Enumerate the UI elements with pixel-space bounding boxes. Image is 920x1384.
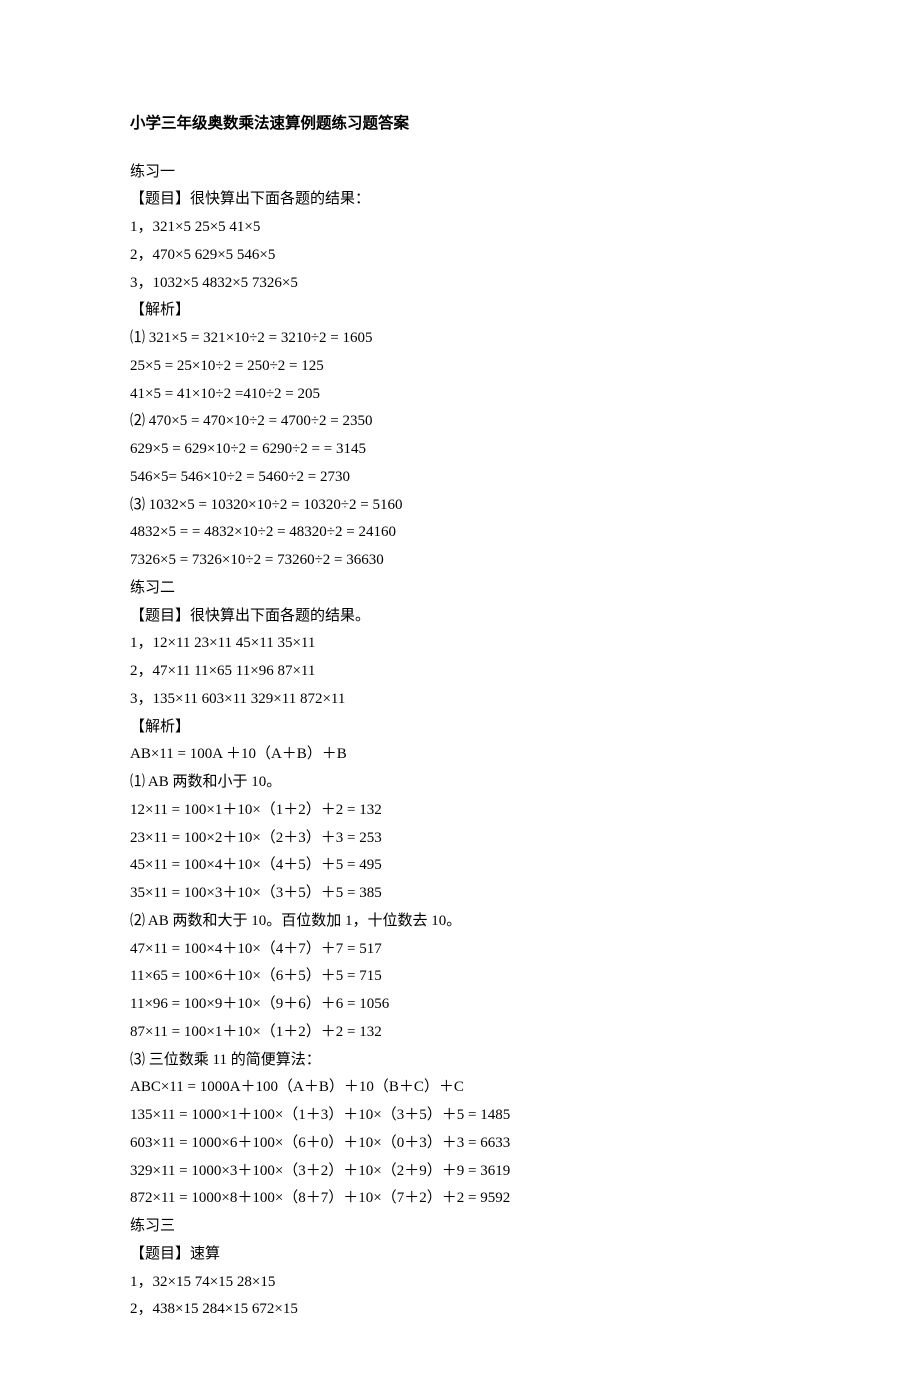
text-line: ⑵ AB 两数和大于 10。百位数加 1，十位数去 10。 [130, 908, 790, 936]
text-line: ABC×11 = 1000A＋100（A＋B）＋10（B＋C）＋C [130, 1074, 790, 1102]
text-line: 3，135×11 603×11 329×11 872×11 [130, 686, 790, 714]
text-line: 603×11 = 1000×6＋100×（6＋0）＋10×（0＋3）＋3 = 6… [130, 1130, 790, 1158]
text-line: 3，1032×5 4832×5 7326×5 [130, 270, 790, 298]
text-line: 546×5= 546×10÷2 = 5460÷2 = 2730 [130, 464, 790, 492]
document-title: 小学三年级奥数乘法速算例题练习题答案 [130, 110, 790, 139]
text-line: 1，12×11 23×11 45×11 35×11 [130, 630, 790, 658]
text-line: 23×11 = 100×2＋10×（2＋3）＋3 = 253 [130, 825, 790, 853]
text-line: 【题目】速算 [130, 1241, 790, 1269]
text-line: 25×5 = 25×10÷2 = 250÷2 = 125 [130, 353, 790, 381]
text-line: 4832×5 = = 4832×10÷2 = 48320÷2 = 24160 [130, 519, 790, 547]
text-line: 【解析】 [130, 297, 790, 325]
text-line: 47×11 = 100×4＋10×（4＋7）＋7 = 517 [130, 936, 790, 964]
text-line: 7326×5 = 7326×10÷2 = 73260÷2 = 36630 [130, 547, 790, 575]
text-line: 2，470×5 629×5 546×5 [130, 242, 790, 270]
text-line: 11×96 = 100×9＋10×（9＋6）＋6 = 1056 [130, 991, 790, 1019]
text-line: 135×11 = 1000×1＋100×（1＋3）＋10×（3＋5）＋5 = 1… [130, 1102, 790, 1130]
text-line: 12×11 = 100×1＋10×（1＋2）＋2 = 132 [130, 797, 790, 825]
text-line: ⑶ 1032×5 = 10320×10÷2 = 10320÷2 = 5160 [130, 492, 790, 520]
text-line: 2，438×15 284×15 672×15 [130, 1296, 790, 1324]
text-line: AB×11 = 100A ＋10（A＋B）＋B [130, 741, 790, 769]
text-line: 629×5 = 629×10÷2 = 6290÷2 = = 3145 [130, 436, 790, 464]
text-line: ⑶ 三位数乘 11 的简便算法： [130, 1047, 790, 1075]
document-body: 练习一【题目】很快算出下面各题的结果：1，321×5 25×5 41×52，47… [130, 159, 790, 1325]
text-line: 11×65 = 100×6＋10×（6＋5）＋5 = 715 [130, 963, 790, 991]
text-line: 【题目】很快算出下面各题的结果。 [130, 603, 790, 631]
text-line: 41×5 = 41×10÷2 =410÷2 = 205 [130, 381, 790, 409]
text-line: 1，32×15 74×15 28×15 [130, 1269, 790, 1297]
text-line: ⑴ 321×5 = 321×10÷2 = 3210÷2 = 1605 [130, 325, 790, 353]
text-line: 【解析】 [130, 714, 790, 742]
text-line: 872×11 = 1000×8＋100×（8＋7）＋10×（7＋2）＋2 = 9… [130, 1185, 790, 1213]
text-line: 练习一 [130, 159, 790, 187]
text-line: 【题目】很快算出下面各题的结果： [130, 186, 790, 214]
text-line: 2，47×11 11×65 11×96 87×11 [130, 658, 790, 686]
text-line: ⑴ AB 两数和小于 10。 [130, 769, 790, 797]
text-line: ⑵ 470×5 = 470×10÷2 = 4700÷2 = 2350 [130, 408, 790, 436]
text-line: 45×11 = 100×4＋10×（4＋5）＋5 = 495 [130, 852, 790, 880]
text-line: 35×11 = 100×3＋10×（3＋5）＋5 = 385 [130, 880, 790, 908]
text-line: 87×11 = 100×1＋10×（1＋2）＋2 = 132 [130, 1019, 790, 1047]
text-line: 练习三 [130, 1213, 790, 1241]
text-line: 练习二 [130, 575, 790, 603]
text-line: 329×11 = 1000×3＋100×（3＋2）＋10×（2＋9）＋9 = 3… [130, 1158, 790, 1186]
text-line: 1，321×5 25×5 41×5 [130, 214, 790, 242]
